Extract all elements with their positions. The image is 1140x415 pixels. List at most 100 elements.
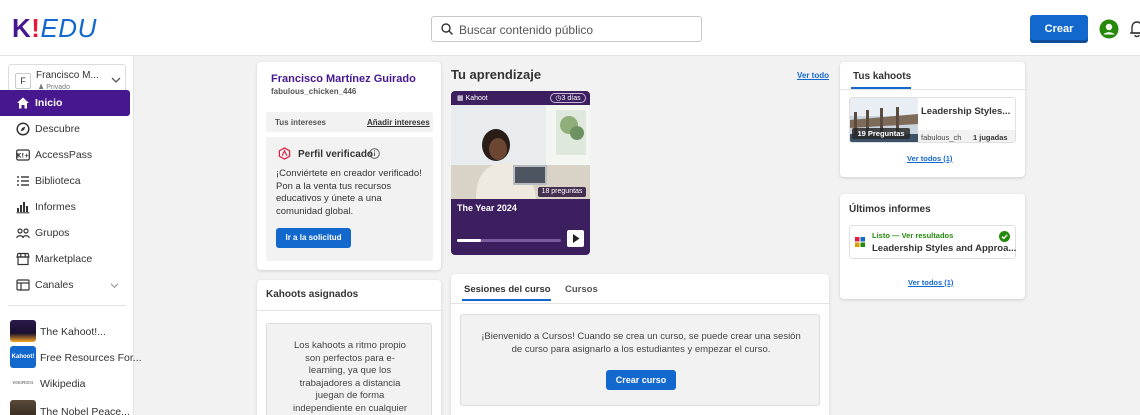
chevron-down-icon: [110, 283, 119, 289]
sidebar-item-label: Marketplace: [35, 253, 93, 265]
courses-empty-text: ¡Bienvenido a Cursos! Cuando se crea un …: [481, 331, 801, 355]
user-avatar-icon[interactable]: [1099, 19, 1119, 39]
group-icon: [16, 228, 30, 239]
assigned-empty-text: Los kahoots a ritmo propio son perfectos…: [292, 340, 408, 414]
search-icon: [441, 23, 453, 35]
progress-bar: [457, 239, 561, 242]
logo-edu: EDU: [40, 13, 97, 43]
profile-name: Francisco Martínez Guirado: [271, 73, 416, 85]
days-left-badge: ◷3 días: [550, 93, 586, 103]
account-name: Francisco M...: [36, 70, 99, 81]
courses-card: Sesiones del curso Cursos ¡Bienvenido a …: [451, 274, 829, 415]
question-count-badge: 19 Preguntas: [852, 128, 910, 139]
search-input[interactable]: Buscar contenido público: [431, 16, 702, 42]
create-button[interactable]: Crear: [1030, 15, 1088, 43]
top-bar: K!EDU Buscar contenido público Crear: [0, 0, 1140, 56]
latest-reports-card: Últimos informes Listo — Ver resultados …: [840, 194, 1025, 299]
chart-icon: [16, 202, 30, 214]
report-item[interactable]: Listo — Ver resultados Leadership Styles…: [849, 225, 1016, 259]
my-kahoot-footer: fabulous_ch 1 jugadas: [918, 130, 1015, 142]
divider: [257, 310, 441, 311]
sidebar-item-biblioteca[interactable]: Biblioteca: [0, 168, 130, 194]
active-tab-indicator: [462, 299, 551, 301]
sidebar-item-grupos[interactable]: Grupos: [0, 220, 130, 246]
assigned-kahoots-card: Kahoots asignados Los kahoots a ritmo pr…: [257, 280, 441, 415]
tab-course-sessions[interactable]: Sesiones del curso: [464, 284, 551, 295]
profile-card: Francisco Martínez Guirado fabulous_chic…: [257, 62, 441, 270]
assigned-empty-state: Los kahoots a ritmo propio son perfectos…: [266, 323, 432, 415]
channel-icon: [16, 279, 30, 291]
play-button[interactable]: [567, 230, 584, 247]
channel-item-kahoot[interactable]: The Kahoot!...: [0, 318, 134, 344]
logo-k: K: [12, 13, 32, 43]
channel-label: The Nobel Peace...: [40, 406, 130, 415]
channel-thumbnail: [10, 400, 36, 415]
sidebar-item-informes[interactable]: Informes: [0, 194, 130, 220]
info-icon[interactable]: [369, 148, 380, 159]
my-kahoot-item[interactable]: 19 Preguntas Leadership Styles... fabulo…: [849, 97, 1016, 143]
sidebar-item-inicio[interactable]: Inicio: [0, 90, 130, 116]
sidebar-item-descubre[interactable]: Descubre: [0, 116, 130, 142]
compass-icon: [16, 122, 30, 136]
check-circle-icon: [999, 231, 1010, 242]
sidebar-item-canales[interactable]: Canales: [0, 272, 130, 298]
my-kahoot-user: fabulous_ch: [921, 133, 962, 142]
sidebar-divider: [8, 305, 126, 306]
tab-courses[interactable]: Cursos: [565, 284, 598, 295]
channel-thumbnail: [10, 320, 36, 342]
channel-label: Wikipedia: [40, 378, 86, 390]
sidebar-item-label: Informes: [35, 201, 76, 213]
report-status: Listo — Ver resultados: [872, 231, 954, 240]
sidebar-item-label: Canales: [35, 279, 74, 291]
account-avatar: F: [15, 73, 31, 89]
learning-kahoot-card[interactable]: ▦ Kahoot ◷3 días 18 preguntas The Year 2…: [451, 91, 590, 255]
my-kahoots-card: Tus kahoots 19 Preguntas Leadership Styl…: [840, 62, 1025, 177]
divider: [840, 89, 1025, 90]
add-interests-link[interactable]: Añadir intereses: [367, 118, 430, 127]
verified-description: ¡Conviértete en creador verificado! Pon …: [276, 168, 422, 217]
kahoot-brand: ▦ Kahoot: [457, 95, 488, 102]
create-course-button[interactable]: Crear curso: [606, 370, 676, 390]
home-icon: [17, 97, 29, 109]
sidebar-item-label: Biblioteca: [35, 175, 81, 187]
verified-badge-icon: [278, 147, 291, 160]
profile-username: fabulous_chicken_446: [271, 87, 357, 96]
assigned-kahoots-title: Kahoots asignados: [266, 289, 359, 300]
sidebar: F Francisco M... ♟ Privado Inicio Descub…: [0, 56, 142, 415]
interests-bar: Tus intereses Añadir intereses: [266, 112, 433, 132]
view-all-learning-link[interactable]: Ver todo: [797, 71, 829, 80]
question-count-badge: 18 preguntas: [538, 187, 586, 197]
svg-text:K!+: K!+: [17, 153, 29, 160]
my-kahoots-title[interactable]: Tus kahoots: [853, 71, 911, 82]
learning-title: Tu aprendizaje: [451, 67, 542, 82]
kahoot-cover-image: [451, 105, 590, 199]
my-kahoot-title: Leadership Styles...: [921, 106, 1011, 117]
report-title: Leadership Styles and Approa...: [872, 243, 1017, 254]
view-all-kahoots-link[interactable]: Ver todos (1): [907, 154, 952, 163]
apply-button[interactable]: Ir a la solicitud: [276, 228, 351, 248]
view-all-reports-link[interactable]: Ver todos (1): [908, 278, 953, 287]
interests-label: Tus intereses: [275, 118, 326, 127]
channel-thumbnail: WIKIPEDIA: [10, 372, 36, 394]
channel-label: The Kahoot!...: [40, 326, 106, 338]
sidebar-item-label: Inicio: [35, 97, 63, 109]
sidebar-item-label: Grupos: [35, 227, 70, 239]
list-icon: [17, 176, 29, 186]
progress-fill: [457, 239, 481, 242]
divider: [451, 303, 829, 304]
kahoot-card-title: The Year 2024: [457, 203, 517, 213]
sidebar-item-marketplace[interactable]: Marketplace: [0, 246, 130, 272]
latest-reports-title: Últimos informes: [849, 204, 931, 215]
channel-thumbnail: Kahoot!: [10, 346, 36, 368]
channel-item-free-resources[interactable]: Kahoot! Free Resources For...: [0, 344, 142, 370]
notifications-bell-icon[interactable]: [1129, 20, 1140, 38]
kahoot-grid-icon: [855, 237, 865, 247]
kahoot-edu-logo[interactable]: K!EDU: [12, 14, 97, 42]
accesspass-icon: K!+: [16, 149, 30, 161]
kahoot-brand-label: Kahoot: [465, 95, 488, 102]
channel-item-wikipedia[interactable]: WIKIPEDIA Wikipedia: [0, 370, 134, 396]
channel-item-nobel[interactable]: The Nobel Peace...: [0, 398, 134, 415]
my-kahoot-plays: 1 jugadas: [973, 133, 1008, 142]
sidebar-item-accesspass[interactable]: K!+ AccessPass: [0, 142, 130, 168]
play-icon: [573, 234, 580, 243]
